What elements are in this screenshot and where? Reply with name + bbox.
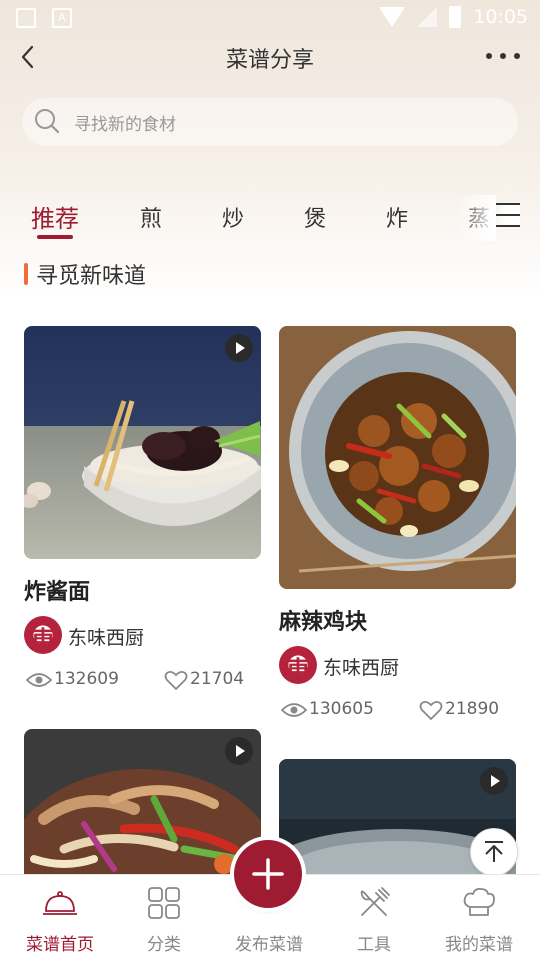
avatar-logo: 東	[31, 625, 55, 654]
search-bar[interactable]: 寻找新的食材	[22, 98, 518, 146]
section-title: 寻觅新味道	[36, 264, 147, 289]
tabs-menu-button[interactable]	[496, 203, 520, 227]
tab-stew[interactable]: 煲	[304, 201, 326, 233]
recipe-stats: 130605 21890	[279, 697, 516, 723]
search-icon	[35, 109, 60, 134]
back-to-top-button[interactable]	[470, 828, 518, 876]
menu-line-icon	[496, 225, 520, 227]
avatar: 東	[24, 616, 62, 654]
dot-icon	[500, 53, 506, 59]
nav-label: 菜谱首页	[26, 935, 94, 955]
heart-icon[interactable]	[419, 700, 443, 721]
play-icon[interactable]	[225, 737, 253, 765]
dot-icon	[486, 53, 492, 59]
clock: 10:05	[473, 6, 528, 28]
recipe-card[interactable]: 炸酱面 東 东味西厨 132609 21704	[24, 326, 261, 696]
eye-icon	[26, 673, 52, 687]
publish-recipe-button[interactable]	[234, 840, 302, 908]
search-placeholder: 寻找新的食材	[74, 115, 176, 135]
dot-icon	[514, 53, 520, 59]
menu-line-icon	[496, 203, 520, 205]
plus-icon	[252, 858, 284, 890]
recipe-image[interactable]	[24, 729, 261, 875]
tab-stir-fry[interactable]: 炒	[222, 201, 244, 233]
nav-label: 我的菜谱	[445, 935, 513, 955]
nav-label: 分类	[147, 935, 181, 955]
wifi-icon	[379, 7, 406, 27]
signal-icon	[417, 7, 438, 27]
page-title: 菜谱分享	[225, 48, 314, 73]
likes-count: 21890	[445, 699, 500, 719]
tab-pan-fry[interactable]: 煎	[140, 201, 162, 233]
arrow-up-icon	[485, 841, 503, 862]
noodles-photo	[24, 326, 261, 559]
active-tab-indicator	[37, 235, 73, 239]
chef-hat-icon	[463, 887, 495, 916]
author-name: 东味西厨	[68, 627, 145, 649]
tab-recommended[interactable]: 推荐	[31, 199, 79, 234]
battery-icon	[449, 6, 462, 28]
section-marker	[24, 263, 28, 285]
app-header: 菜谱分享	[0, 36, 540, 80]
cloche-icon	[43, 891, 77, 915]
image-notification-icon	[16, 8, 36, 28]
avatar: 東	[279, 646, 317, 684]
play-icon[interactable]	[480, 767, 508, 795]
category-tabs: 推荐 煎 炒 煲 炸 蒸	[0, 195, 540, 245]
nav-my-recipes[interactable]: 我的菜谱	[425, 875, 533, 961]
recipe-stats: 132609 21704	[24, 667, 261, 693]
nav-recipe-home[interactable]: 菜谱首页	[6, 875, 114, 961]
recipe-image[interactable]	[279, 326, 516, 589]
heart-icon[interactable]	[164, 670, 188, 691]
status-bar: A 10:05	[0, 0, 540, 36]
tab-deep-fry[interactable]: 炸	[386, 201, 408, 233]
play-icon[interactable]	[225, 334, 253, 362]
recipe-image[interactable]	[24, 326, 261, 559]
tabs-fade	[456, 195, 496, 241]
recipe-title: 炸酱面	[24, 580, 91, 605]
more-options-button[interactable]	[486, 44, 520, 68]
author-name: 东味西厨	[323, 657, 400, 679]
views-count: 132609	[54, 669, 119, 689]
app-notification-icon: A	[52, 8, 72, 28]
avatar-logo: 東	[286, 655, 310, 684]
eye-icon	[281, 703, 307, 717]
nav-label: 工具	[357, 935, 391, 955]
menu-line-icon	[496, 214, 520, 216]
utensils-icon	[360, 887, 390, 916]
nav-label: 发布菜谱	[235, 935, 303, 955]
grid-icon	[148, 887, 180, 919]
views-count: 130605	[309, 699, 374, 719]
nav-categories[interactable]: 分类	[110, 875, 218, 961]
spicy-chicken-photo	[279, 326, 516, 589]
recipe-title: 麻辣鸡块	[279, 610, 368, 635]
likes-count: 21704	[190, 669, 245, 689]
nav-tools[interactable]: 工具	[320, 875, 428, 961]
recipe-card[interactable]	[24, 729, 261, 875]
recipe-card[interactable]: 麻辣鸡块 東 东味西厨 130605 21890	[279, 326, 516, 726]
